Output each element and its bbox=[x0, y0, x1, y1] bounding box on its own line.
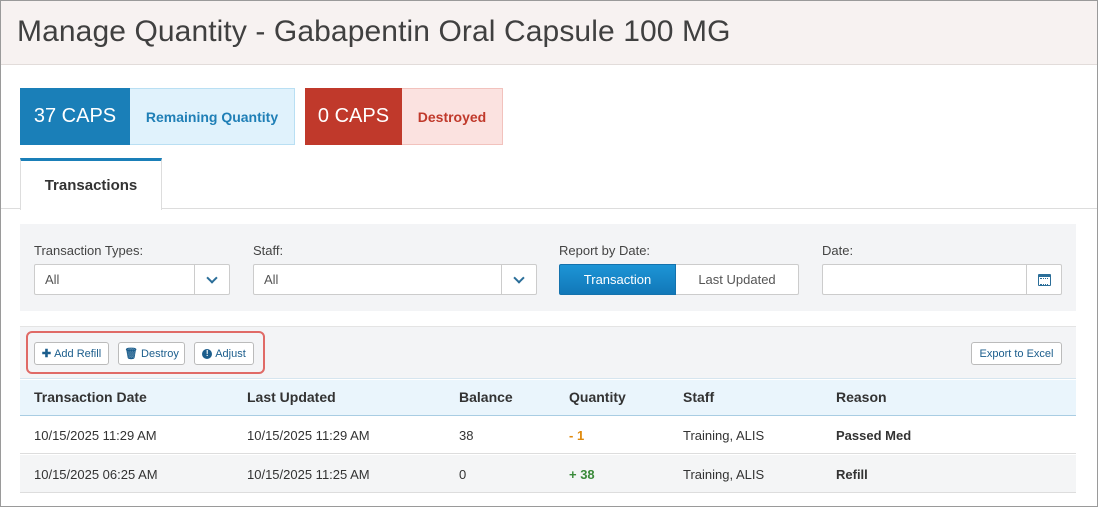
calendar-icon[interactable] bbox=[1026, 265, 1061, 294]
cell-staff: Training, ALIS bbox=[683, 428, 765, 443]
last-updated-toggle-button[interactable]: Last Updated bbox=[676, 264, 799, 295]
page-title: Manage Quantity - Gabapentin Oral Capsul… bbox=[17, 15, 731, 48]
cell-last-updated: 10/15/2025 11:29 AM bbox=[247, 428, 370, 443]
table-row[interactable]: 10/15/2025 11:29 AM 10/15/2025 11:29 AM … bbox=[20, 416, 1076, 454]
cell-last-updated: 10/15/2025 11:25 AM bbox=[247, 467, 370, 482]
cell-balance: 38 bbox=[459, 428, 474, 443]
destroy-button[interactable]: 🗑︎ Destroy bbox=[118, 342, 185, 365]
column-header-balance[interactable]: Balance bbox=[459, 389, 513, 405]
cell-balance: 0 bbox=[459, 467, 467, 482]
chevron-down-icon[interactable] bbox=[194, 265, 229, 294]
table-header: Transaction Date Last Updated Balance Qu… bbox=[20, 380, 1076, 416]
adjust-button[interactable]: ! Adjust bbox=[194, 342, 254, 365]
cell-staff: Training, ALIS bbox=[683, 467, 765, 482]
add-refill-label: Add Refill bbox=[54, 347, 102, 360]
remaining-quantity-value: 37 CAPS bbox=[20, 88, 130, 145]
destroyed-quantity-badge: 0 CAPS Destroyed bbox=[305, 88, 503, 145]
cell-quantity: + 38 bbox=[569, 467, 595, 482]
transaction-types-value: All bbox=[45, 272, 60, 287]
tab-bar-divider bbox=[1, 208, 1097, 209]
cell-reason: Passed Med bbox=[836, 428, 912, 443]
date-input[interactable] bbox=[822, 264, 1062, 295]
destroy-label: Destroy bbox=[141, 347, 179, 360]
report-by-date-label: Report by Date: bbox=[559, 243, 651, 258]
adjust-label: Adjust bbox=[215, 347, 246, 360]
date-label: Date: bbox=[822, 243, 854, 258]
staff-select[interactable]: All bbox=[253, 264, 537, 295]
report-by-date-toggle: Transaction Last Updated bbox=[559, 264, 799, 295]
remaining-quantity-badge: 37 CAPS Remaining Quantity bbox=[20, 88, 295, 145]
transaction-toggle-button[interactable]: Transaction bbox=[559, 264, 676, 295]
transaction-types-select[interactable]: All bbox=[34, 264, 230, 295]
destroyed-quantity-label: Destroyed bbox=[402, 88, 503, 145]
chevron-down-icon[interactable] bbox=[501, 265, 536, 294]
column-header-staff[interactable]: Staff bbox=[683, 389, 714, 405]
trash-icon: 🗑︎ bbox=[124, 348, 139, 360]
filter-panel: Transaction Types: All Staff: All Report… bbox=[20, 224, 1076, 311]
column-header-last-updated[interactable]: Last Updated bbox=[247, 389, 336, 405]
page-header: Manage Quantity - Gabapentin Oral Capsul… bbox=[1, 1, 1097, 65]
cell-quantity: - 1 bbox=[569, 428, 585, 443]
column-header-reason[interactable]: Reason bbox=[836, 389, 887, 405]
table-row[interactable]: 10/15/2025 06:25 AM 10/15/2025 11:25 AM … bbox=[20, 455, 1076, 493]
cell-transaction-date: 10/15/2025 11:29 AM bbox=[34, 428, 157, 443]
cell-transaction-date: 10/15/2025 06:25 AM bbox=[34, 467, 158, 482]
exclamation-circle-icon: ! bbox=[202, 348, 213, 359]
export-excel-label: Export to Excel bbox=[979, 347, 1054, 360]
transaction-types-label: Transaction Types: bbox=[34, 243, 144, 258]
add-refill-button[interactable]: ✚ Add Refill bbox=[34, 342, 109, 365]
export-excel-button[interactable]: Export to Excel bbox=[971, 342, 1062, 365]
plus-icon: ✚ bbox=[41, 348, 52, 360]
action-toolbar: ✚ Add Refill 🗑︎ Destroy ! Adjust Export … bbox=[20, 326, 1076, 379]
column-header-transaction-date[interactable]: Transaction Date bbox=[34, 389, 147, 405]
tab-transactions[interactable]: Transactions bbox=[20, 158, 162, 210]
destroyed-quantity-value: 0 CAPS bbox=[305, 88, 402, 145]
cell-reason: Refill bbox=[836, 467, 868, 482]
staff-label: Staff: bbox=[253, 243, 284, 258]
column-header-quantity[interactable]: Quantity bbox=[569, 389, 626, 405]
remaining-quantity-label: Remaining Quantity bbox=[130, 88, 295, 145]
staff-value: All bbox=[264, 272, 279, 287]
